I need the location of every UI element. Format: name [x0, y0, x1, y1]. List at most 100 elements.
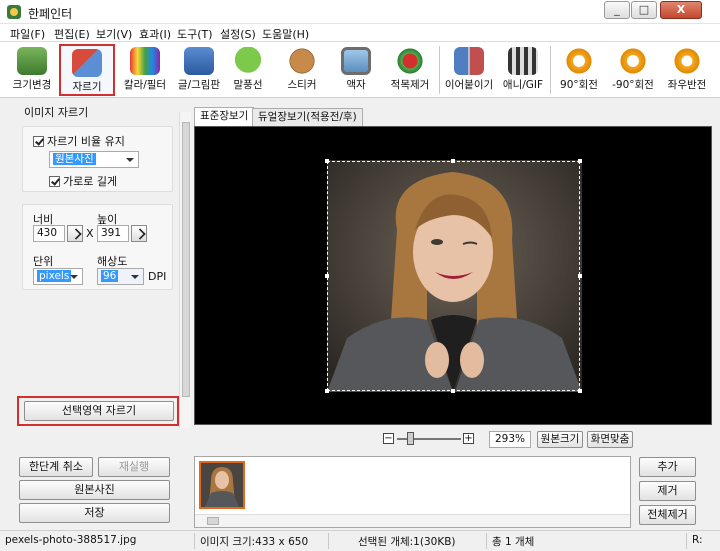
tool-speech-bubble[interactable]: 말풍선: [220, 44, 276, 96]
crop-handle[interactable]: [451, 389, 455, 393]
resize-icon: [17, 47, 47, 75]
add-button[interactable]: 추가: [639, 457, 696, 477]
remove-all-button[interactable]: 전체제거: [639, 505, 696, 525]
thumbnail-scrollbar[interactable]: [195, 514, 630, 527]
close-button[interactable]: X: [660, 1, 702, 19]
landscape-checkbox[interactable]: 가로로 길게: [49, 173, 117, 189]
tab-standard-view[interactable]: 표준장보기: [194, 107, 255, 126]
save-button[interactable]: 저장: [19, 503, 170, 523]
tool-gif[interactable]: 애니/GIF: [495, 44, 551, 96]
crop-settings-panel: 이미지 자르기 자르기 비율 유지 원본사진 가로로 길게 너비 높이 430 …: [4, 100, 192, 428]
height-lock-button[interactable]: [131, 225, 147, 242]
unit-select[interactable]: pixels: [33, 268, 83, 285]
left-panel-scrollbar[interactable]: [179, 112, 191, 428]
tool-resize[interactable]: 크기변경: [4, 44, 60, 96]
tool-crop[interactable]: 자르기: [59, 44, 115, 96]
rotate-left-icon: [618, 47, 648, 75]
menu-settings[interactable]: 설정(S): [220, 26, 256, 42]
scrollbar-thumb[interactable]: [207, 517, 219, 525]
crop-handle[interactable]: [578, 389, 582, 393]
frame-icon: [341, 47, 371, 75]
flip-icon: [672, 47, 702, 75]
zoom-level[interactable]: 293%: [489, 431, 531, 448]
tool-rotate-90[interactable]: 90°회전: [551, 44, 607, 96]
original-size-button[interactable]: 원본크기: [537, 431, 583, 448]
crop-handle[interactable]: [578, 159, 582, 163]
zoom-slider-thumb[interactable]: [407, 432, 414, 445]
menu-tools[interactable]: 도구(T): [177, 26, 213, 42]
menu-help[interactable]: 도움말(H): [262, 26, 309, 42]
menu-view[interactable]: 보기(V): [96, 26, 132, 42]
tool-flip[interactable]: 좌우반전: [659, 44, 715, 96]
crop-selection-frame[interactable]: [327, 161, 580, 391]
crop-selection-button[interactable]: 선택영역 자르기: [24, 401, 174, 421]
undo-button[interactable]: 한단계 취소: [19, 457, 93, 477]
thumbnail-image: [201, 463, 243, 507]
tool-red-eye[interactable]: 적목제거: [382, 44, 438, 96]
times-label: X: [86, 227, 94, 240]
crop-handle[interactable]: [451, 159, 455, 163]
checkbox-checked-icon: [49, 176, 60, 187]
status-separator: [686, 533, 687, 549]
menu-effect[interactable]: 효과(I): [139, 26, 171, 42]
original-photo-button[interactable]: 원본사진: [19, 480, 170, 500]
resolution-select[interactable]: 96: [97, 268, 144, 285]
status-separator: [486, 533, 487, 549]
width-lock-button[interactable]: [67, 225, 83, 242]
minimize-button[interactable]: _: [604, 1, 630, 19]
status-image-size: 이미지 크기:433 x 650: [200, 536, 309, 548]
width-input[interactable]: 430: [33, 225, 65, 242]
gif-icon: [508, 47, 538, 75]
height-input[interactable]: 391: [97, 225, 129, 242]
dpi-label: DPI: [148, 270, 167, 283]
status-separator: [328, 533, 329, 549]
crop-handle[interactable]: [325, 159, 329, 163]
maximize-button[interactable]: □: [631, 1, 657, 19]
redo-button[interactable]: 재실행: [98, 457, 170, 477]
remove-button[interactable]: 제거: [639, 481, 696, 501]
resolution-label: 해상도: [97, 255, 128, 268]
status-total: 총 1 개체: [492, 536, 535, 548]
tool-color-filter[interactable]: 칼라/필터: [117, 44, 173, 96]
status-bar: pexels-photo-388517.jpg 이미지 크기:433 x 650…: [0, 530, 720, 551]
menu-file[interactable]: 파일(F): [10, 26, 45, 42]
panel-title: 이미지 자르기: [24, 106, 89, 119]
app-icon: [7, 5, 21, 19]
tool-rotate-minus-90[interactable]: -90°회전: [605, 44, 661, 96]
speech-bubble-icon: [233, 47, 263, 75]
tool-merge[interactable]: 이어붙이기: [441, 44, 497, 96]
window-title: 한페인터: [28, 7, 73, 21]
status-selected: 선택된 개체:1(30KB): [358, 536, 456, 548]
tool-text-draw[interactable]: 글/그림판: [171, 44, 227, 96]
crop-handle[interactable]: [325, 274, 329, 278]
ratio-group: 자르기 비율 유지 원본사진 가로로 길게: [22, 126, 173, 192]
chevron-down-icon: [70, 275, 78, 279]
color-filter-icon: [130, 47, 160, 75]
tool-sticker[interactable]: 스티커: [274, 44, 330, 96]
status-extra: R:: [692, 534, 703, 546]
menu-edit[interactable]: 편집(E): [54, 26, 90, 42]
sticker-icon: [287, 47, 317, 75]
zoom-in-icon[interactable]: +: [463, 433, 474, 444]
unit-label: 단위: [33, 255, 54, 268]
ratio-select[interactable]: 원본사진: [49, 151, 139, 168]
crop-handle[interactable]: [578, 274, 582, 278]
thumbnail-strip[interactable]: [194, 456, 631, 528]
tab-dual-view[interactable]: 듀얼장보기(적용전/후): [252, 108, 363, 126]
size-group: 너비 높이 430 X 391 단위 해상도 pixels 96 DPI: [22, 204, 173, 290]
title-bar: 한페인터 _ □ X: [0, 0, 720, 24]
crop-icon: [72, 49, 102, 77]
zoom-out-icon[interactable]: −: [383, 433, 394, 444]
crop-handle[interactable]: [325, 389, 329, 393]
image-preview[interactable]: [194, 126, 712, 425]
keep-ratio-checkbox[interactable]: 자르기 비율 유지: [33, 133, 125, 149]
red-eye-icon: [395, 47, 425, 75]
scrollbar-thumb[interactable]: [182, 122, 190, 397]
fit-screen-button[interactable]: 화면맞춤: [587, 431, 633, 448]
thumbnail-item[interactable]: [199, 461, 245, 509]
rotate-right-icon: [564, 47, 594, 75]
status-separator: [194, 533, 195, 549]
chevron-down-icon: [126, 158, 134, 162]
text-draw-icon: [184, 47, 214, 75]
tool-frame[interactable]: 액자: [328, 44, 384, 96]
